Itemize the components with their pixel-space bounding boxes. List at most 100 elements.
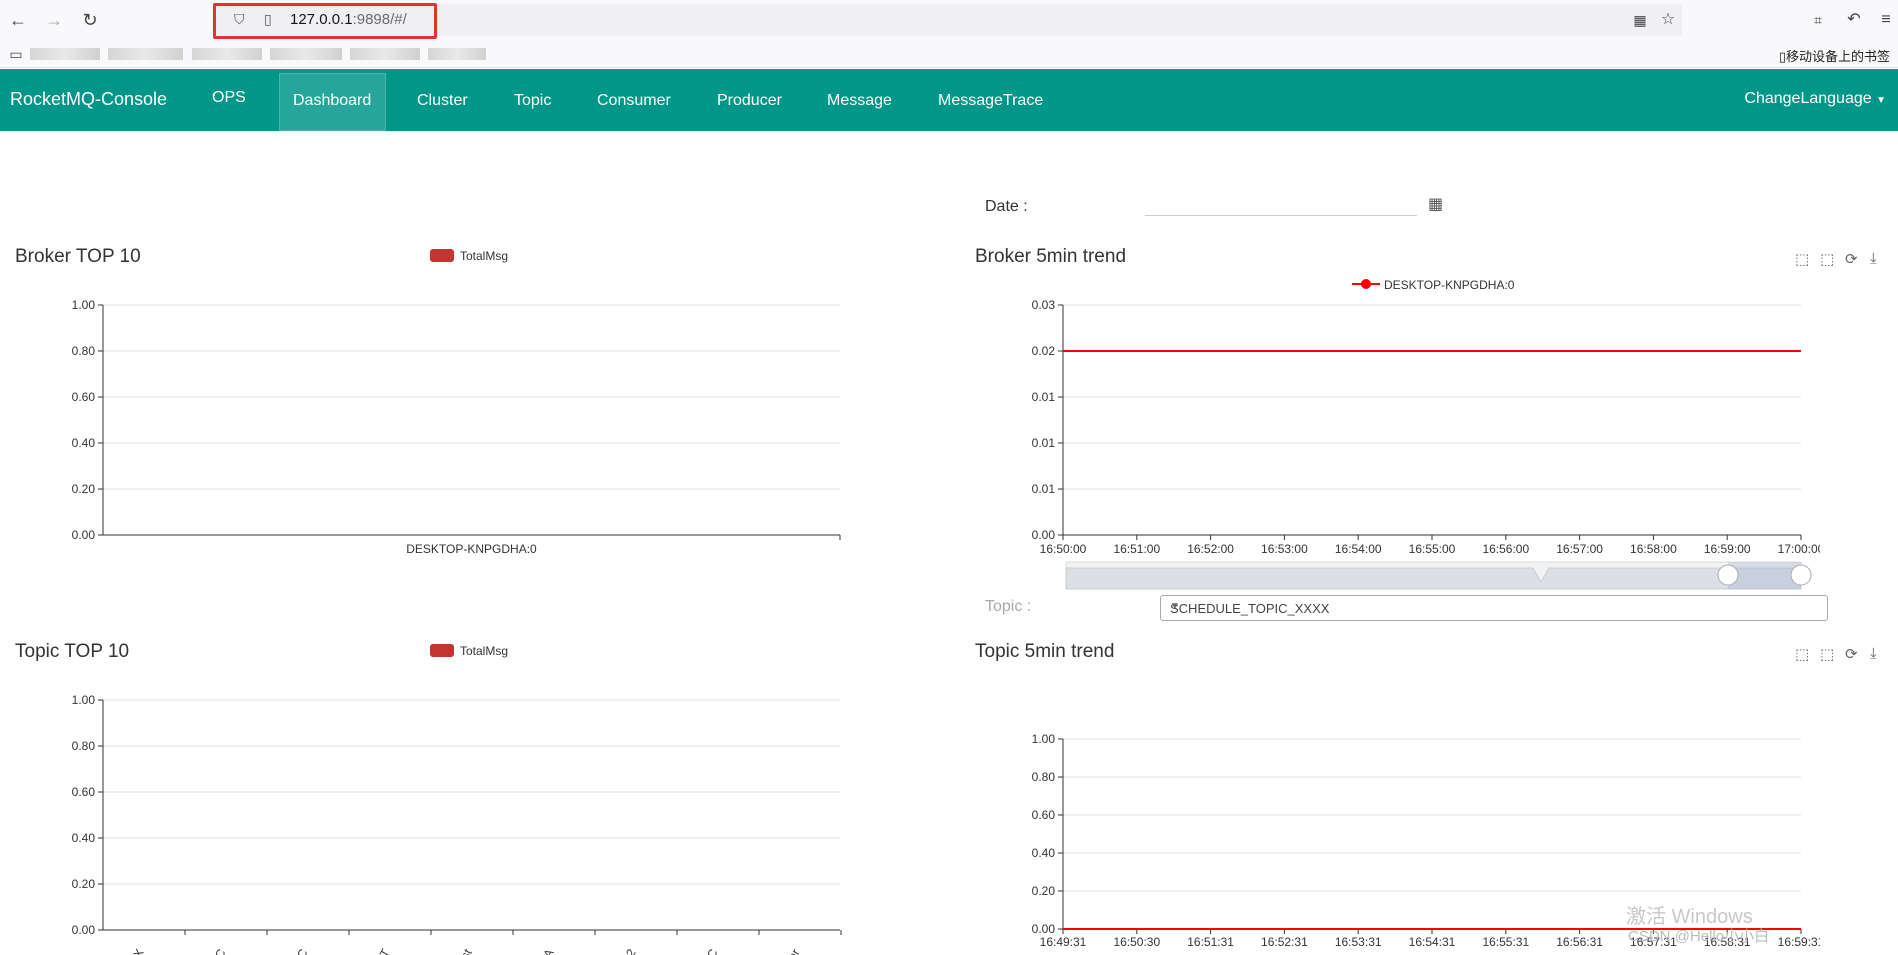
- y-tick-label: 0.00: [72, 528, 96, 542]
- calendar-icon[interactable]: ▦: [1428, 194, 1443, 214]
- zoom-reset-icon[interactable]: ⬚: [1820, 250, 1834, 268]
- legend-topic-top10[interactable]: TotalMsg: [430, 644, 508, 658]
- broker-trend-title: Broker 5min trend: [975, 246, 1127, 267]
- legend-line-marker: [1352, 279, 1380, 289]
- x-tick-label: ster: [780, 947, 802, 955]
- datazoom-selection: [1728, 562, 1801, 589]
- nav-item-messagetrace[interactable]: MessageTrace: [938, 92, 1043, 110]
- broker-top10-title: Broker TOP 10: [15, 246, 141, 267]
- y-tick-label: 0.40: [72, 831, 96, 845]
- y-tick-label: 0.80: [1032, 770, 1056, 784]
- x-tick-label: 16:59:00: [1704, 542, 1751, 556]
- x-tick-label: DHA: [532, 947, 557, 955]
- x-tick-label: 102: [616, 946, 638, 955]
- forward-icon[interactable]: →: [44, 10, 64, 30]
- restore-icon[interactable]: ⟳: [1845, 645, 1858, 663]
- menu-icon[interactable]: ≡: [1876, 10, 1896, 30]
- csdn-watermark: CSDN @Hello小小白: [1628, 928, 1770, 945]
- undo-icon[interactable]: ↶: [1844, 10, 1864, 30]
- y-tick-label: 0.01: [1032, 436, 1056, 450]
- nav-item-producer[interactable]: Producer: [717, 92, 782, 110]
- y-tick-label: 0.20: [72, 877, 96, 891]
- bookmark-item[interactable]: [108, 48, 183, 60]
- y-tick-label: 0.02: [1032, 344, 1056, 358]
- date-input[interactable]: [1145, 188, 1417, 216]
- x-tick-label: ENT: [368, 946, 392, 955]
- y-tick-label: 0.80: [72, 739, 96, 753]
- caret-down-icon: ▼: [1170, 601, 1180, 612]
- reload-icon[interactable]: ↻: [80, 10, 100, 30]
- nav-item-ops[interactable]: OPS: [212, 89, 246, 107]
- legend-label: TotalMsg: [460, 249, 509, 263]
- legend-broker-top10[interactable]: TotalMsg: [430, 249, 508, 263]
- change-language-dropdown[interactable]: ChangeLanguage ▼: [1744, 90, 1886, 108]
- x-tick-label: 16:51:00: [1113, 542, 1160, 556]
- star-icon[interactable]: ☆: [1658, 10, 1678, 30]
- bookmark-item[interactable]: [270, 48, 342, 60]
- zoom-icon[interactable]: ⬚: [1795, 250, 1809, 268]
- nav-item-message[interactable]: Message: [827, 92, 892, 110]
- folder-icon[interactable]: ▭: [6, 44, 26, 64]
- x-tick-label: 16:58:00: [1630, 542, 1677, 556]
- back-icon[interactable]: ←: [8, 10, 28, 30]
- y-tick-label: 0.60: [72, 785, 96, 799]
- x-tick-label: 16:54:00: [1335, 542, 1382, 556]
- broker-trend-chart[interactable]: 0.00 0.01 0.01 0.01 0.02 0.03 16:50:00 16:51:00…: [960, 290, 1820, 600]
- x-tick-label: 16:53:00: [1261, 542, 1308, 556]
- y-tick-label: 1.00: [72, 298, 96, 312]
- x-tick-label: 17:00:00: [1778, 542, 1820, 556]
- nav-item-consumer[interactable]: Consumer: [597, 92, 671, 110]
- restore-icon[interactable]: ⟳: [1845, 250, 1858, 268]
- url-highlight-box: [213, 3, 437, 39]
- y-tick-label: 0.40: [72, 436, 96, 450]
- y-tick-label: 0.01: [1032, 482, 1056, 496]
- y-tick-label: 0.01: [1032, 390, 1056, 404]
- x-tick-label: 16:55:31: [1482, 935, 1529, 949]
- download-icon[interactable]: ⤓: [1870, 645, 1877, 662]
- topic-label: Topic :: [985, 598, 1032, 615]
- phone-icon: ▯: [1778, 49, 1786, 64]
- y-tick-label: 0.20: [1032, 884, 1056, 898]
- datazoom-handle-right: [1790, 564, 1812, 586]
- brand-logo-text[interactable]: RocketMQ-Console: [10, 89, 167, 110]
- bookmark-item[interactable]: [30, 48, 100, 60]
- x-tick-label: 16:52:00: [1187, 542, 1234, 556]
- x-tick-label: 16:55:00: [1409, 542, 1456, 556]
- browser-toolbar: ← → ↻ ⛉ ▯ 127.0.0.1:9898/#/ ▦ ☆ ⌗ ↶ ≡: [0, 0, 1898, 40]
- zoom-icon[interactable]: ⬚: [1795, 645, 1809, 663]
- x-tick-label: 16:52:31: [1261, 935, 1308, 949]
- top-navbar: RocketMQ-Console OPS Dashboard Cluster T…: [0, 69, 1898, 131]
- nav-item-topic[interactable]: Topic: [514, 92, 551, 110]
- x-tick-label: PIC: [206, 946, 228, 955]
- x-tick-label: Test: [451, 946, 474, 955]
- y-tick-label: 0.80: [72, 344, 96, 358]
- legend-label: TotalMsg: [460, 644, 509, 658]
- y-tick-label: 1.00: [1032, 732, 1056, 746]
- crop-icon[interactable]: ⌗: [1808, 10, 1828, 30]
- bookmark-item[interactable]: [428, 48, 486, 60]
- topic-top10-chart[interactable]: 0.00 0.20 0.40 0.60 0.80 1.00 XXX PIC PIC ENT Test…: [0, 685, 860, 955]
- y-tick-label: 0.00: [72, 923, 96, 937]
- bookmark-item[interactable]: [192, 48, 262, 60]
- y-tick-label: 0.60: [72, 390, 96, 404]
- date-label: Date :: [985, 198, 1028, 215]
- y-tick-label: 0.03: [1032, 298, 1056, 312]
- y-tick-label: 0.60: [1032, 808, 1056, 822]
- zoom-reset-icon[interactable]: ⬚: [1820, 645, 1834, 663]
- bookmark-item[interactable]: [350, 48, 420, 60]
- topic-top10-title: Topic TOP 10: [15, 641, 130, 662]
- qr-code-icon[interactable]: ▦: [1630, 10, 1650, 30]
- nav-item-dashboard[interactable]: Dashboard: [293, 92, 371, 110]
- broker-top10-chart[interactable]: 0.00 0.20 0.40 0.60 0.80 1.00 DESKTOP-KNPGDHA:…: [0, 290, 860, 570]
- x-tick-label: XXX: [122, 947, 146, 955]
- mobile-bookmarks-label: 移动设备上的书签: [1785, 49, 1890, 64]
- x-tick-label: PIC: [698, 946, 720, 955]
- topic-trend-title: Topic 5min trend: [975, 641, 1115, 662]
- change-language-label: ChangeLanguage: [1744, 90, 1872, 107]
- mobile-bookmarks[interactable]: ▯移动设备上的书签: [1779, 46, 1890, 65]
- nav-item-cluster[interactable]: Cluster: [417, 92, 468, 110]
- x-tick-label: PIC: [288, 946, 310, 955]
- download-icon[interactable]: ⤓: [1870, 250, 1877, 267]
- y-tick-label: 0.20: [72, 482, 96, 496]
- x-tick-label: 16:50:00: [1040, 542, 1087, 556]
